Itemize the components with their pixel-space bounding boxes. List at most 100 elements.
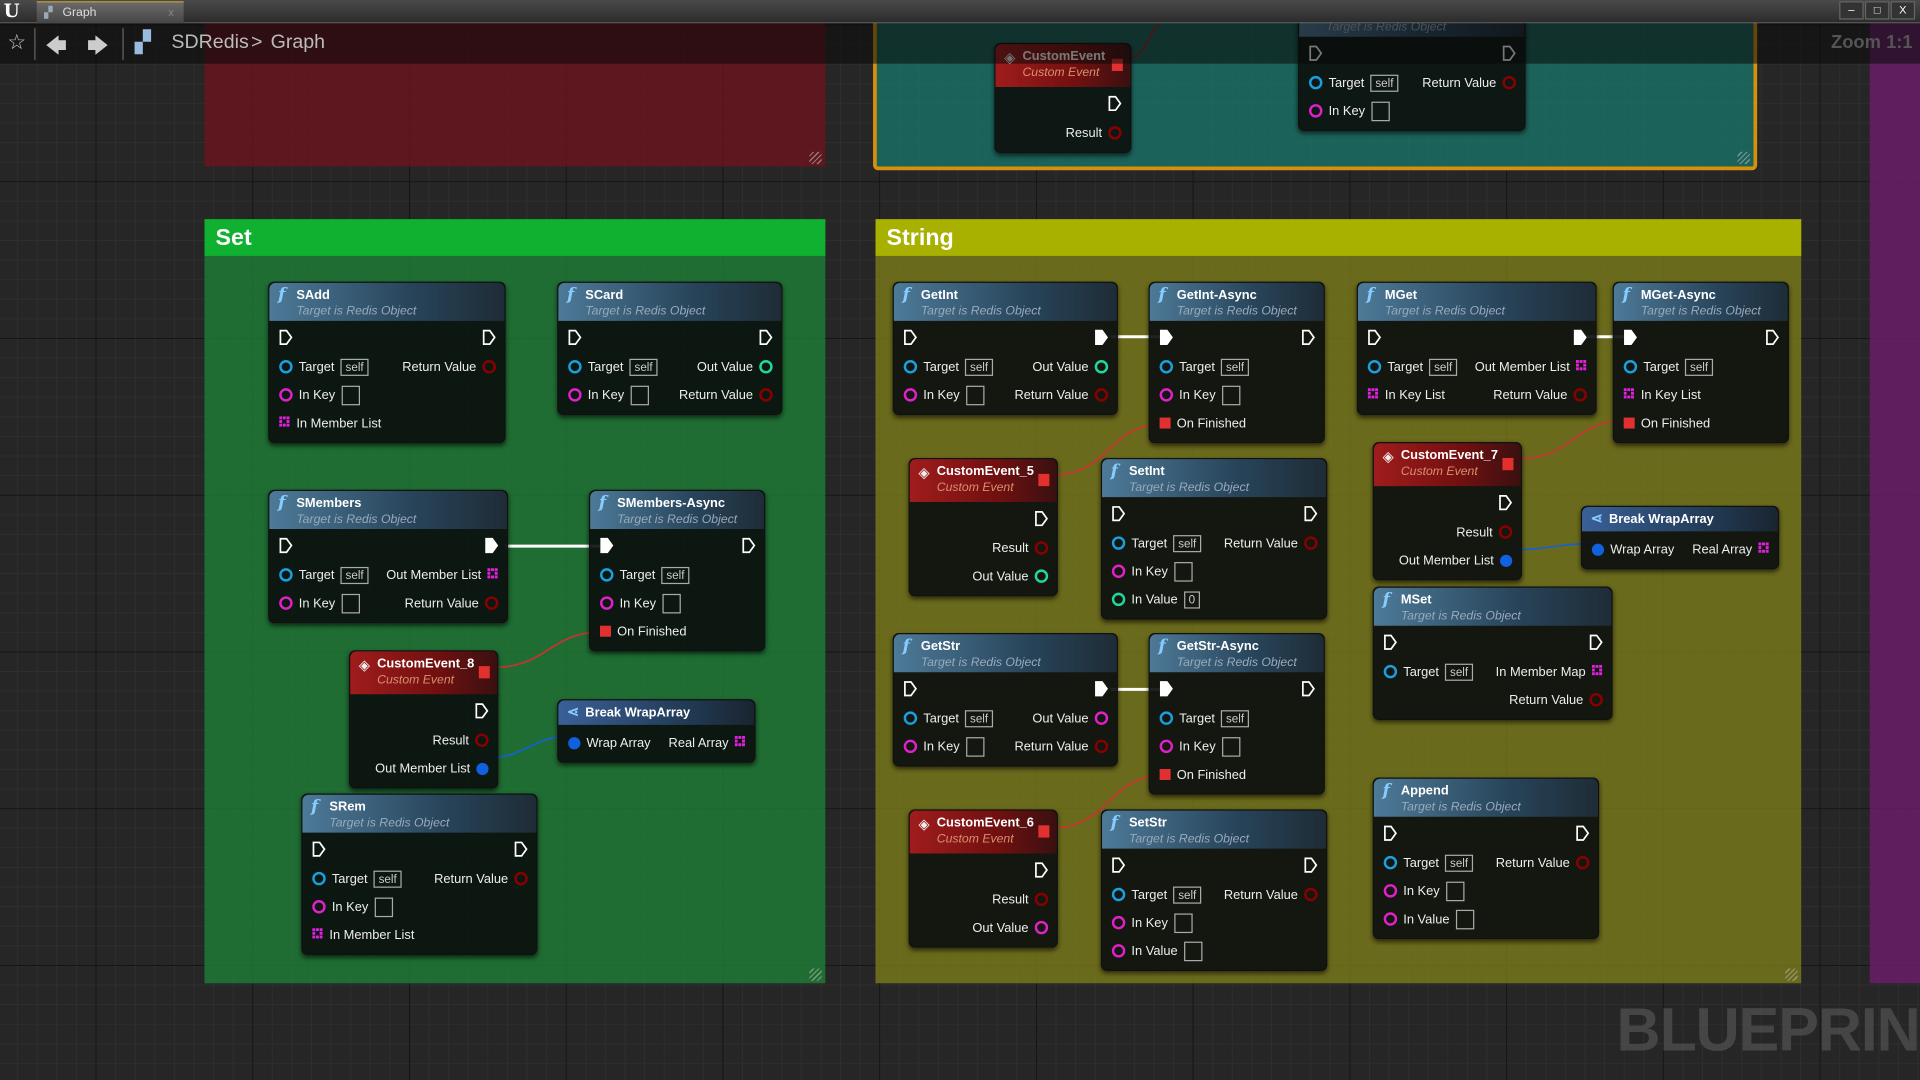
input-pin-on-finished[interactable]: On Finished [1159,416,1246,430]
input-pin-in-key[interactable]: In Key [600,593,681,613]
output-pin-out-member-list[interactable]: Out Member List [1399,553,1513,568]
exec-input-pin-icon[interactable] [1624,329,1637,349]
input-pin-on-finished[interactable]: On Finished [600,624,686,639]
exec-input-pin-icon[interactable] [904,680,917,700]
exec-input-pin-icon[interactable] [600,537,614,557]
input-pin-in-value[interactable]: In Value [1383,909,1474,929]
output-pin-out-value[interactable]: Out Value [972,569,1049,583]
output-pin-return-value[interactable]: Return Value [1509,692,1603,707]
exec-output-pin-icon[interactable] [1304,856,1318,877]
exec-input-pin-icon[interactable] [1159,680,1173,700]
input-pin-target[interactable]: Target self [1308,74,1399,92]
exec-output-pin-icon[interactable] [482,329,496,349]
string-pin-icon[interactable] [279,388,293,402]
object-pin-icon[interactable] [1308,75,1323,90]
object-pin-icon[interactable] [1111,887,1126,902]
output-pin-result[interactable]: Result [1066,126,1122,140]
struct-pin-icon[interactable] [476,762,489,775]
pin-default-value-input[interactable] [1174,912,1193,933]
forward-arrow-icon[interactable]: 🡆 [87,31,109,67]
input-pin-wrap-array[interactable]: Wrap Array [568,735,651,750]
object-pin-icon[interactable] [1623,360,1638,374]
string-pin-icon[interactable] [1308,104,1323,118]
node-header[interactable]: f SRem Target is Redis Object [302,794,537,833]
input-pin-in-key[interactable]: In Key [1383,881,1465,901]
int-pin-icon[interactable] [759,360,773,374]
exec-output-pin-icon[interactable] [1589,634,1603,654]
pin-default-value-input[interactable] [1455,909,1474,929]
pin-default-value-input[interactable] [1371,101,1390,121]
breadcrumb-sdredis[interactable]: SDRedis [171,32,248,54]
output-pin-return-value[interactable]: Return Value [1224,887,1318,902]
array-pin-icon[interactable] [312,927,323,943]
node-header[interactable]: f GetStr-Async Target is Redis Object [1149,634,1324,673]
pin-default-value-input[interactable]: self [1370,74,1399,92]
node-header[interactable]: f GetInt-Async Target is Redis Object [1149,282,1324,321]
string-pin-icon[interactable] [1159,739,1174,754]
exec-output-pin-icon[interactable] [514,840,528,861]
exec-output-pin-icon[interactable] [1095,329,1108,349]
node-ce7[interactable]: ◈ CustomEvent_7 Custom Event Result Out Memb… [1372,442,1523,581]
node-scard[interactable]: f SCard Target is Redis Object Target self Ou… [557,281,783,416]
input-pin-target[interactable]: Target self [1111,534,1202,552]
string-pin-icon[interactable] [568,388,582,402]
breadcrumb-graph[interactable]: Graph [271,32,325,54]
input-pin-in-key[interactable]: In Key [279,593,360,613]
output-pin-return-value[interactable]: Return Value [1496,855,1590,870]
string-pin-icon[interactable] [1383,912,1398,926]
node-ce6[interactable]: ◈ CustomEvent_6 Custom Event Result Out Valu… [908,809,1058,948]
pin-default-value-input[interactable]: self [629,358,658,376]
node-ce8[interactable]: ◈ CustomEvent_8 Custom Event Result Out Memb… [348,650,499,789]
exec-input-pin-icon[interactable] [568,329,582,349]
node-getint[interactable]: f GetInt Target is Redis Object Target self O… [892,281,1118,416]
object-pin-icon[interactable] [279,360,293,374]
node-smembers[interactable]: f SMembers Target is Redis Object Target sel… [268,489,509,624]
output-pin-return-value[interactable]: Return Value [1224,536,1318,550]
node-header[interactable]: f SCard Target is Redis Object [558,282,782,321]
output-pin-out-member-list[interactable]: Out Member List [375,761,489,776]
bool-pin-icon[interactable] [514,871,528,886]
output-pin-out-value[interactable]: Out Value [972,920,1049,935]
node-break1[interactable]: ⋖ Break WrapArray Wrap Array Real Array [557,699,756,763]
output-pin-out-member-list[interactable]: Out Member List [386,567,498,582]
input-pin-target[interactable]: Target self [903,709,994,727]
node-header[interactable]: f MGet-Async Target is Redis Object [1613,282,1788,321]
exec-input-pin-icon[interactable] [279,329,293,349]
exec-output-pin-icon[interactable] [1573,329,1587,349]
array-pin-icon[interactable] [1591,664,1603,679]
string-pin-icon[interactable] [1111,944,1126,958]
output-pin-return-value[interactable]: Return Value [1422,75,1516,90]
input-pin-in-key[interactable]: In Key [1308,101,1390,121]
input-pin-in-member-list[interactable]: In Member List [279,415,381,430]
string-pin-icon[interactable] [903,388,918,402]
output-pin-return-value[interactable]: Return Value [1014,739,1109,754]
pin-default-value-input[interactable] [1445,881,1465,901]
node-header[interactable]: f SetStr Target is Redis Object [1102,810,1327,849]
node-setstr[interactable]: f SetStr Target is Redis Object Target self R… [1100,809,1328,972]
output-pin-return-value[interactable]: Return Value [405,596,499,610]
input-pin-in-key[interactable]: In Key [1111,561,1193,582]
input-pin-on-finished[interactable]: On Finished [1159,767,1246,782]
node-append[interactable]: f Append Target is Redis Object Target self R… [1372,777,1600,940]
resize-handle[interactable] [1737,151,1750,165]
output-pin-result[interactable]: Result [1456,525,1513,539]
exec-input-pin-icon[interactable] [1159,329,1173,349]
output-pin-result[interactable]: Result [992,892,1049,907]
string-pin-icon[interactable] [1094,711,1109,725]
bool-pin-icon[interactable] [759,388,773,402]
string-pin-icon[interactable] [1111,915,1126,930]
node-header[interactable]: f GetStr Target is Redis Object [893,634,1117,673]
object-pin-icon[interactable] [1383,855,1398,870]
node-header[interactable]: f MSet Target is Redis Object [1373,587,1612,626]
input-pin-wrap-array[interactable]: Wrap Array [1591,542,1674,557]
exec-output-pin-icon[interactable] [1108,95,1122,115]
output-pin-out-value[interactable]: Out Value [1032,359,1109,374]
input-pin-target[interactable]: Target self [279,358,369,376]
node-header[interactable]: ⋖ Break WrapArray [1582,506,1778,532]
node-header[interactable]: f SMembers-Async Target is Redis Object [590,491,765,529]
node-header[interactable]: f Append Target is Redis Object [1373,778,1598,817]
pin-default-value-input[interactable] [1221,736,1241,757]
bool-pin-icon[interactable] [482,360,496,374]
input-pin-in-key[interactable]: In Key [903,736,985,757]
input-pin-in-key[interactable]: In Key [312,896,393,917]
